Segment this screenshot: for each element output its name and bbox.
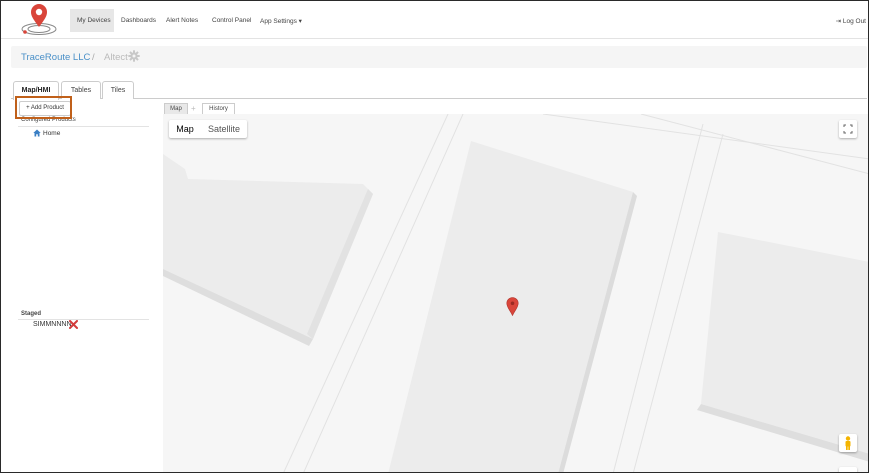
nav-dashboards[interactable]: Dashboards: [121, 17, 156, 24]
home-icon: [33, 129, 41, 137]
add-product-highlight-box: [15, 96, 72, 119]
breadcrumb: TraceRoute LLC / Altect: [11, 46, 867, 68]
logout-icon: ⇥: [835, 18, 843, 25]
breadcrumb-current: Altect: [104, 52, 128, 63]
nav-alert-notes[interactable]: Alert Notes: [166, 17, 198, 24]
configured-divider: [18, 126, 149, 127]
x-icon[interactable]: [69, 320, 78, 329]
pegman-button[interactable]: [839, 434, 857, 452]
map-type-map-button[interactable]: Map: [169, 120, 201, 138]
map-type-satellite-button[interactable]: Satellite: [201, 120, 247, 138]
zoom-in-button[interactable]: [839, 467, 857, 472]
tab-tiles[interactable]: Tiles: [102, 81, 134, 99]
fullscreen-icon: [843, 124, 853, 134]
map-tab-add[interactable]: +: [191, 103, 196, 114]
staged-divider: [18, 319, 149, 320]
breadcrumb-separator: /: [92, 52, 95, 63]
map-type-control: Map Satellite: [169, 120, 247, 138]
fullscreen-button[interactable]: [839, 120, 857, 138]
map-marker-icon[interactable]: [506, 297, 519, 316]
app-window: My Devices Dashboards Alert Notes Contro…: [0, 0, 869, 473]
map-buildings: [163, 114, 868, 472]
gear-icon[interactable]: [128, 50, 140, 62]
logout-label: Log Out: [842, 18, 866, 25]
staged-label: Staged: [21, 311, 42, 317]
nav-control-panel[interactable]: Control Panel: [212, 17, 251, 24]
top-navbar: My Devices Dashboards Alert Notes Contro…: [1, 1, 868, 39]
pegman-icon: [845, 436, 851, 450]
staged-device-item[interactable]: SIMMNNNN: [33, 321, 72, 328]
location-pin-logo-icon[interactable]: [19, 3, 59, 37]
nav-my-devices[interactable]: My Devices: [77, 17, 111, 24]
breadcrumb-company-link[interactable]: TraceRoute LLC: [21, 52, 90, 63]
map-canvas[interactable]: [163, 114, 868, 472]
nav-app-settings[interactable]: App Settings ▾: [260, 17, 302, 25]
tabs-baseline: [11, 98, 867, 99]
logout-link[interactable]: ⇥ Log Out: [836, 17, 866, 25]
home-tree-item[interactable]: Home: [43, 130, 60, 137]
